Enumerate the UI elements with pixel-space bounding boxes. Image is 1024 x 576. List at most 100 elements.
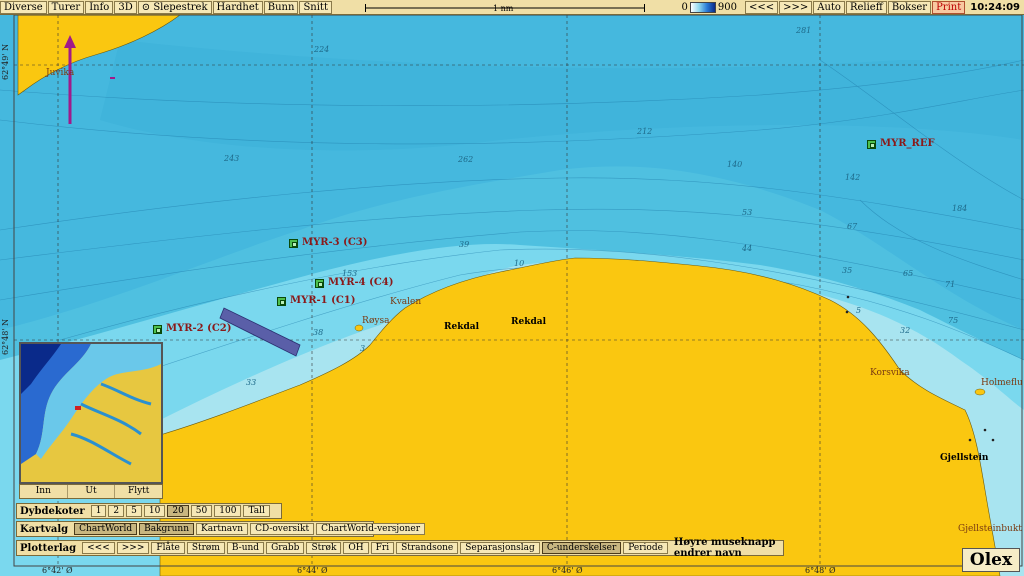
lon-label: 6°46' Ø: [552, 566, 583, 575]
place-holmeflu: Holmeflu: [981, 378, 1023, 388]
dybdekoter-bar: Dybdekoter 1 2 5 10 20 50 100 Tall: [16, 503, 282, 519]
lat-label-upper: 62°49' N: [1, 43, 10, 80]
next-button[interactable]: >>>: [779, 1, 813, 14]
station-marker[interactable]: [277, 297, 286, 306]
plotterlag-label: Plotterlag: [20, 542, 77, 554]
station-label-myr-3[interactable]: MYR-3 (C3): [302, 237, 368, 248]
scale-label: 1 nm: [493, 4, 514, 13]
station-label-myr-ref[interactable]: MYR_REF: [880, 138, 935, 149]
contour-option[interactable]: 2: [108, 505, 125, 517]
layer-separasjonslag-button[interactable]: Separasjonslag: [460, 542, 540, 554]
depth-label: 75: [948, 316, 959, 325]
layer-strandsone-button[interactable]: Strandsone: [396, 542, 459, 554]
depth-label: 5: [856, 306, 862, 315]
depth-label: 39: [459, 240, 470, 249]
contour-option[interactable]: 10: [143, 505, 166, 517]
station-label-myr-2[interactable]: MYR-2 (C2): [166, 323, 232, 334]
snitt-button[interactable]: Snitt: [299, 0, 332, 14]
auto-button[interactable]: Auto: [813, 1, 845, 14]
station-marker[interactable]: [153, 325, 162, 334]
cd-oversikt-button[interactable]: CD-oversikt: [250, 523, 315, 535]
depth-label: 142: [845, 173, 861, 182]
zoom-out-button[interactable]: Ut: [68, 485, 116, 498]
depth-max: 900: [717, 2, 737, 13]
layer-oh-button[interactable]: OH: [343, 542, 369, 554]
station-marker[interactable]: [289, 239, 298, 248]
bokser-button[interactable]: Bokser: [887, 1, 932, 14]
lat-label-lower: 62°48' N: [1, 318, 10, 355]
place-gjellstein: Gjellstein: [940, 453, 989, 463]
dybdekoter-label: Dybdekoter: [20, 505, 85, 517]
contour-option[interactable]: 50: [190, 505, 213, 517]
lon-label: 6°48' Ø: [805, 566, 836, 575]
overview-minimap[interactable]: [19, 342, 163, 484]
depth-min: 0: [681, 2, 688, 13]
place-rekdal: Rekdal: [511, 317, 546, 327]
layer-grabb-button[interactable]: Grabb: [266, 542, 305, 554]
depth-label: 3: [360, 344, 366, 353]
relieff-button[interactable]: Relieff: [845, 1, 887, 14]
depth-label: 224: [314, 45, 330, 54]
depth-label: 281: [796, 26, 812, 35]
depth-label: 243: [224, 154, 240, 163]
depth-label: 212: [637, 127, 653, 136]
place-korsvika: Korsvika: [870, 368, 910, 378]
contour-option[interactable]: 5: [126, 505, 142, 517]
station-marker[interactable]: [315, 279, 324, 288]
turer-button[interactable]: Turer: [47, 0, 85, 14]
layer-strom-button[interactable]: Strøm: [186, 542, 225, 554]
clock: 10:24:09: [970, 2, 1020, 13]
contour-option-selected[interactable]: 20: [167, 505, 189, 517]
move-button[interactable]: Flytt: [115, 485, 162, 498]
depth-colorscale[interactable]: 0 900: [681, 2, 744, 13]
plotterlag-next-button[interactable]: >>>: [116, 542, 150, 554]
depth-label: 44: [742, 244, 753, 253]
depth-label: 71: [945, 280, 956, 289]
rename-hint: Høyre museknapp endrer navn: [673, 537, 776, 559]
depth-label: 140: [727, 160, 743, 169]
info-button[interactable]: Info: [85, 0, 114, 14]
print-button[interactable]: Print: [932, 1, 966, 14]
layer-periode-button[interactable]: Periode: [623, 542, 668, 554]
layer-fri-button[interactable]: Fri: [370, 542, 395, 554]
depth-label: 65: [903, 269, 914, 278]
contour-option[interactable]: 100: [214, 505, 242, 517]
toolbar-right: 0 900 <<< >>> Auto Relieff Bokser Print …: [681, 0, 1024, 15]
depth-label: 153: [342, 269, 358, 278]
layer-c-underskelser-button[interactable]: C-underskelser: [541, 542, 622, 554]
depth-label: 35: [842, 266, 853, 275]
chartworld-button[interactable]: ChartWorld: [74, 523, 138, 535]
bakgrunn-button[interactable]: Bakgrunn: [139, 523, 194, 535]
depth-label: 67: [847, 222, 858, 231]
place-gjellsteinbukt: Gjellsteinbukt: [958, 524, 1022, 534]
station-label-myr-1[interactable]: MYR-1 (C1): [290, 295, 356, 306]
minimap-controls: Inn Ut Flytt: [19, 484, 163, 499]
diverse-button[interactable]: Diverse: [0, 0, 47, 14]
bunn-button[interactable]: Bunn: [263, 0, 299, 14]
chartworld-versjoner-button[interactable]: ChartWorld-versjoner: [316, 523, 426, 535]
3d-button[interactable]: 3D: [114, 0, 137, 14]
place-juvika: Juvika: [46, 68, 75, 78]
station-marker[interactable]: [867, 140, 876, 149]
layer-strok-button[interactable]: Strøk: [306, 542, 342, 554]
layer-b-und-button[interactable]: B-und: [226, 542, 265, 554]
depth-gradient: [689, 2, 716, 13]
slepestrek-button[interactable]: ⊙ Slepestrek: [137, 0, 212, 14]
station-label-myr-4[interactable]: MYR-4 (C4): [328, 277, 394, 288]
zoom-in-button[interactable]: Inn: [20, 485, 68, 498]
hardhet-button[interactable]: Hardhet: [212, 0, 263, 14]
prev-button[interactable]: <<<: [744, 1, 779, 14]
olex-logo: Olex: [962, 548, 1020, 572]
place-rekdal: Rekdal: [444, 322, 479, 332]
depth-label: 38: [313, 328, 324, 337]
depth-label: 53: [742, 208, 753, 217]
contour-option[interactable]: 1: [90, 505, 107, 517]
kartnavn-button[interactable]: Kartnavn: [196, 523, 249, 535]
depth-label: 33: [246, 378, 257, 387]
lon-label: 6°44' Ø: [297, 566, 328, 575]
target-icon: ⊙: [141, 1, 151, 13]
layer-flate-button[interactable]: Flåte: [151, 542, 185, 554]
depth-label: 184: [952, 204, 968, 213]
plotterlag-prev-button[interactable]: <<<: [82, 542, 115, 554]
contour-option[interactable]: Tall: [243, 505, 270, 517]
